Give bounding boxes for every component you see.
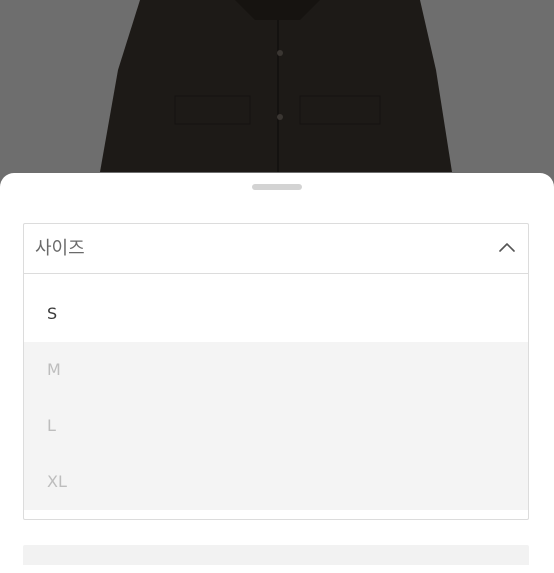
size-option-xl: XL xyxy=(24,454,528,510)
size-select: 사이즈 S M L XL xyxy=(23,223,529,520)
size-options-list: S M L XL xyxy=(24,274,528,510)
option-label: S xyxy=(47,304,58,323)
sheet-drag-handle[interactable] xyxy=(252,184,302,190)
option-bottom-sheet: 사이즈 S M L XL xyxy=(0,173,554,573)
size-option-m: M xyxy=(24,342,528,398)
size-option-l: L xyxy=(24,398,528,454)
next-select-peek[interactable] xyxy=(23,545,529,565)
option-label: L xyxy=(47,416,56,435)
product-image-backdrop xyxy=(0,0,554,200)
jacket-image xyxy=(0,0,554,200)
option-label: M xyxy=(47,360,61,379)
size-option-s[interactable]: S xyxy=(24,286,528,342)
chevron-up-icon[interactable] xyxy=(498,239,516,257)
size-select-header[interactable]: 사이즈 xyxy=(24,224,528,274)
size-select-label: 사이즈 xyxy=(35,238,85,259)
option-label: XL xyxy=(47,472,67,491)
